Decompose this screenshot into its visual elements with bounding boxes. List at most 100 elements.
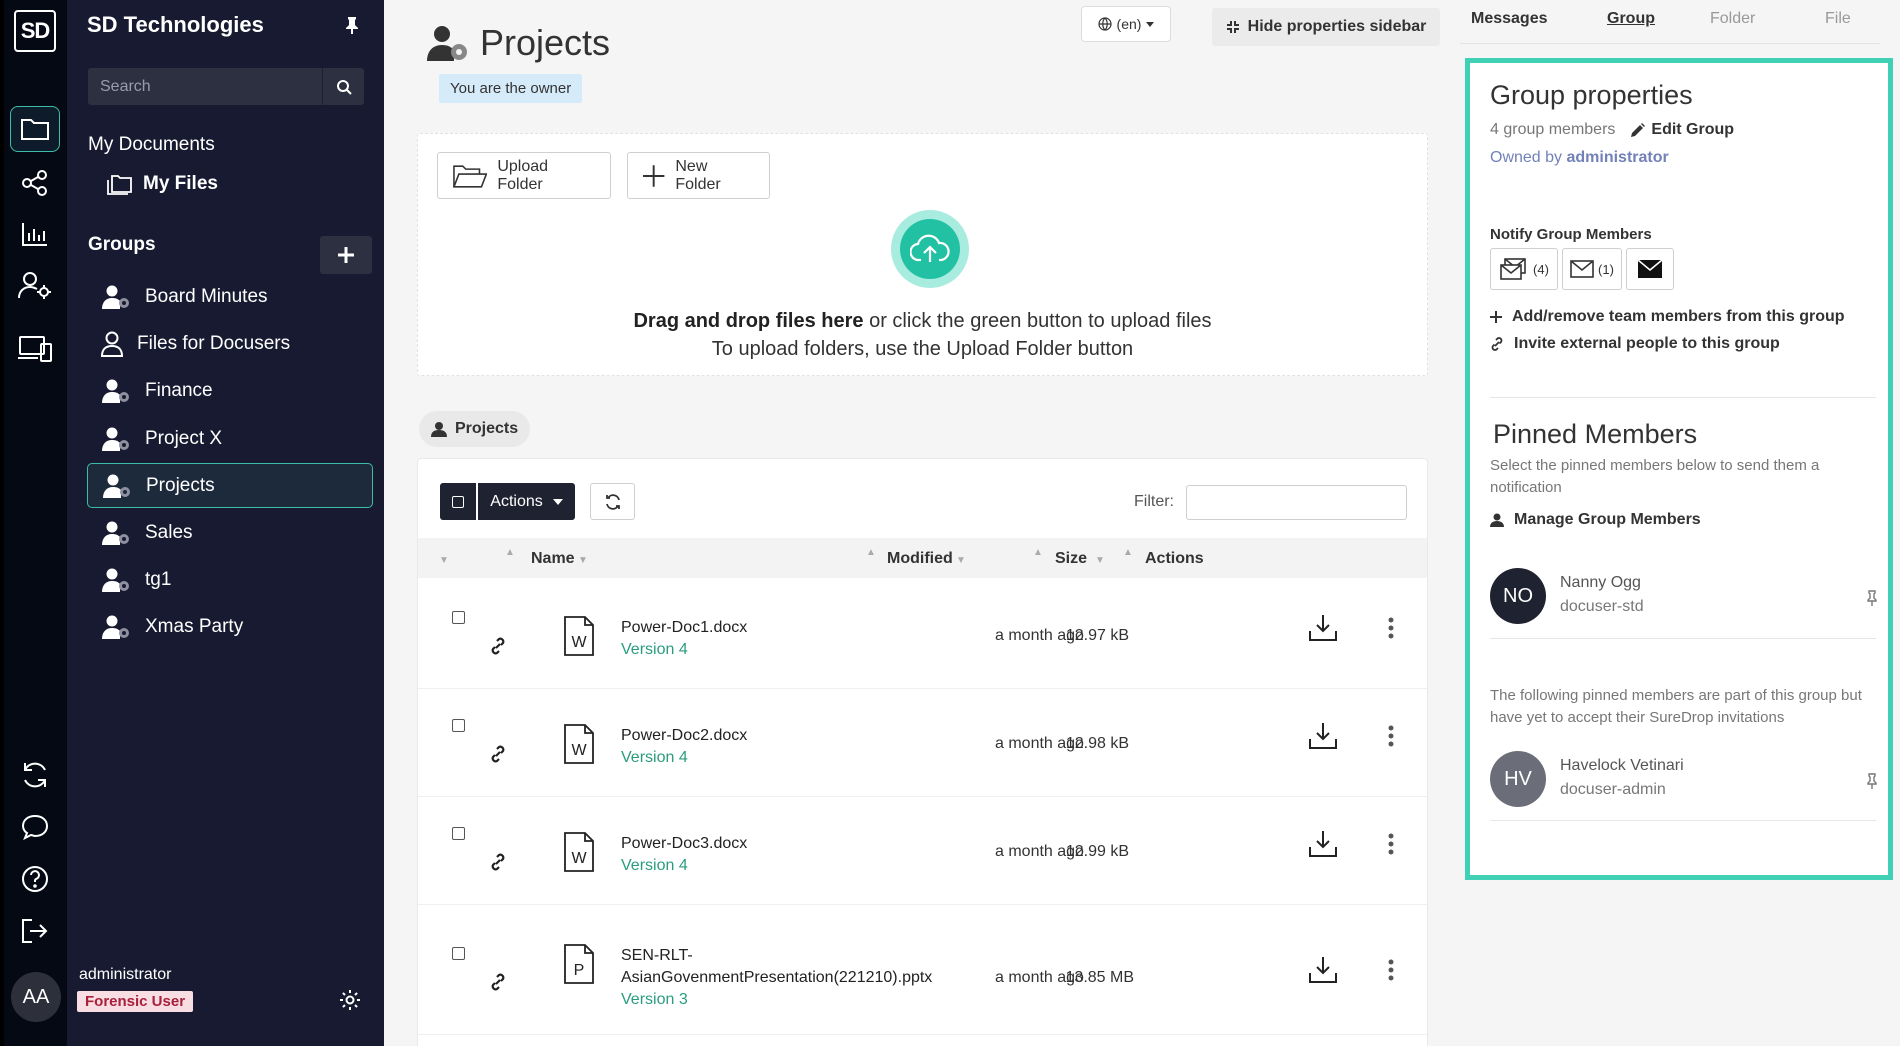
notify-all-members-button[interactable]: (4) xyxy=(1490,248,1558,290)
logout-nav-button[interactable] xyxy=(10,908,60,954)
more-options-icon[interactable] xyxy=(1388,833,1394,855)
invite-external-link[interactable]: Invite external people to this group xyxy=(1490,335,1780,353)
file-name[interactable]: Power-Doc2.docx xyxy=(621,725,747,747)
notify-custom-button[interactable] xyxy=(1626,248,1674,290)
sidebar-group-sales[interactable]: Sales xyxy=(87,510,373,555)
sort-icon[interactable]: ▼ xyxy=(439,555,449,566)
table-row[interactable]: W Power-Doc1.docx Version 4 a month ago … xyxy=(418,581,1427,689)
add-remove-members-link[interactable]: Add/remove team members from this group xyxy=(1490,308,1845,326)
sidebar-group-xmas-party[interactable]: Xmas Party xyxy=(87,604,373,649)
my-files-link[interactable]: My Files xyxy=(105,172,218,196)
column-header-modified[interactable]: Modified xyxy=(887,550,953,568)
sort-icon[interactable]: ▲ xyxy=(1033,547,1043,558)
hide-properties-sidebar-button[interactable]: Hide properties sidebar xyxy=(1212,8,1440,46)
more-options-icon[interactable] xyxy=(1388,959,1394,981)
breadcrumb[interactable]: Projects xyxy=(419,411,531,447)
documents-nav-button[interactable] xyxy=(10,106,60,152)
pinned-member[interactable]: HV Havelock Vetinari docuser-admin xyxy=(1490,751,1878,815)
pin-icon[interactable] xyxy=(1866,590,1878,606)
search-input[interactable] xyxy=(88,68,322,105)
file-name[interactable]: Power-Doc3.docx xyxy=(621,833,747,855)
sort-icon[interactable]: ▲ xyxy=(1123,547,1133,558)
my-documents-link[interactable]: My Documents xyxy=(88,134,215,156)
sort-icon[interactable]: ▼ xyxy=(578,555,588,566)
row-checkbox[interactable] xyxy=(452,827,465,840)
share-link-icon[interactable] xyxy=(489,973,507,991)
sidebar-group-project-x[interactable]: Project X xyxy=(87,416,373,461)
file-version[interactable]: Version 4 xyxy=(621,639,747,661)
share-link-icon[interactable] xyxy=(489,853,507,871)
file-name-cell[interactable]: Power-Doc1.docx Version 4 xyxy=(621,617,747,661)
group-owner-name[interactable]: administrator xyxy=(1566,149,1668,166)
pin-sidebar-icon[interactable] xyxy=(345,16,359,34)
more-options-icon[interactable] xyxy=(1388,725,1394,747)
refresh-button[interactable] xyxy=(590,483,635,520)
tab-group[interactable]: Group xyxy=(1607,10,1655,28)
sync-nav-button[interactable] xyxy=(10,752,60,798)
row-checkbox[interactable] xyxy=(452,947,465,960)
new-folder-button[interactable]: New Folder xyxy=(627,152,770,199)
sort-icon[interactable]: ▼ xyxy=(956,555,966,566)
dropzone-instructions: Drag and drop files here or click the gr… xyxy=(418,310,1427,333)
add-group-button[interactable] xyxy=(320,236,372,274)
table-row[interactable]: P SEN-RLT- AsianGovenmentPresentation(22… xyxy=(418,905,1427,1035)
chat-nav-button[interactable] xyxy=(10,804,60,850)
file-name[interactable]: Power-Doc1.docx xyxy=(621,617,747,639)
member-avatar: NO xyxy=(1490,568,1546,624)
download-icon[interactable] xyxy=(1308,721,1338,751)
file-name-cell[interactable]: Power-Doc3.docx Version 4 xyxy=(621,833,747,877)
file-version[interactable]: Version 4 xyxy=(621,855,747,877)
notify-pinned-members-button[interactable]: (1) xyxy=(1562,248,1622,290)
dropzone-rest-text: or click the green button to upload file… xyxy=(863,310,1212,332)
sidebar-group-board-minutes[interactable]: Board Minutes xyxy=(87,274,373,319)
language-selector[interactable]: (en) xyxy=(1081,6,1171,42)
row-checkbox[interactable] xyxy=(452,719,465,732)
file-version[interactable]: Version 3 xyxy=(621,989,932,1011)
user-settings-button[interactable] xyxy=(338,988,362,1012)
upload-folder-button[interactable]: Upload Folder xyxy=(437,152,611,199)
row-checkbox[interactable] xyxy=(452,611,465,624)
column-header-name[interactable]: Name xyxy=(531,550,575,568)
table-row[interactable]: W Power-Doc3.docx Version 4 a month ago … xyxy=(418,797,1427,905)
upload-dropzone[interactable]: Upload Folder New Folder Drag and drop f… xyxy=(417,133,1428,376)
sort-icon[interactable]: ▲ xyxy=(866,547,876,558)
file-name-line2[interactable]: AsianGovenmentPresentation(221210).pptx xyxy=(621,967,932,989)
file-name-cell[interactable]: SEN-RLT- AsianGovenmentPresentation(2212… xyxy=(621,945,932,1011)
share-link-icon[interactable] xyxy=(489,745,507,763)
share-nav-button[interactable] xyxy=(10,160,60,206)
sidebar-group-finance[interactable]: Finance xyxy=(87,368,373,413)
file-name-cell[interactable]: Power-Doc2.docx Version 4 xyxy=(621,725,747,769)
file-version[interactable]: Version 4 xyxy=(621,747,747,769)
sort-icon[interactable]: ▲ xyxy=(505,547,515,558)
pinned-member[interactable]: NO Nanny Ogg docuser-std xyxy=(1490,568,1878,632)
filter-input[interactable] xyxy=(1186,485,1407,520)
tab-folder[interactable]: Folder xyxy=(1710,10,1755,28)
sidebar-group-projects[interactable]: Projects xyxy=(87,463,373,508)
help-nav-button[interactable] xyxy=(10,856,60,902)
devices-nav-button[interactable] xyxy=(10,326,60,372)
sort-icon[interactable]: ▼ xyxy=(1095,555,1105,566)
actions-label: Actions xyxy=(490,492,543,510)
pin-icon[interactable] xyxy=(1866,773,1878,789)
sidebar-group-files-for-docusers[interactable]: Files for Docusers xyxy=(87,321,373,366)
file-name-line1[interactable]: SEN-RLT- xyxy=(621,945,932,967)
select-all-checkbox[interactable] xyxy=(440,483,476,520)
table-row[interactable]: W Power-Doc2.docx Version 4 a month ago … xyxy=(418,689,1427,797)
upload-files-button[interactable] xyxy=(891,210,969,288)
user-admin-nav-button[interactable] xyxy=(10,262,60,308)
tab-file[interactable]: File xyxy=(1825,10,1851,28)
user-avatar[interactable]: AA xyxy=(11,972,61,1022)
edit-group-button[interactable]: Edit Group xyxy=(1631,121,1734,139)
actions-dropdown[interactable]: Actions xyxy=(478,483,575,520)
more-options-icon[interactable] xyxy=(1388,617,1394,639)
manage-group-members-link[interactable]: Manage Group Members xyxy=(1490,511,1701,529)
reports-nav-button[interactable] xyxy=(10,211,60,257)
download-icon[interactable] xyxy=(1308,955,1338,985)
download-icon[interactable] xyxy=(1308,613,1338,643)
download-icon[interactable] xyxy=(1308,829,1338,859)
search-button[interactable] xyxy=(322,68,364,105)
tab-messages[interactable]: Messages xyxy=(1471,10,1548,28)
sidebar-group-tg1[interactable]: tg1 xyxy=(87,557,373,602)
column-header-size[interactable]: Size xyxy=(1055,550,1087,568)
share-link-icon[interactable] xyxy=(489,637,507,655)
